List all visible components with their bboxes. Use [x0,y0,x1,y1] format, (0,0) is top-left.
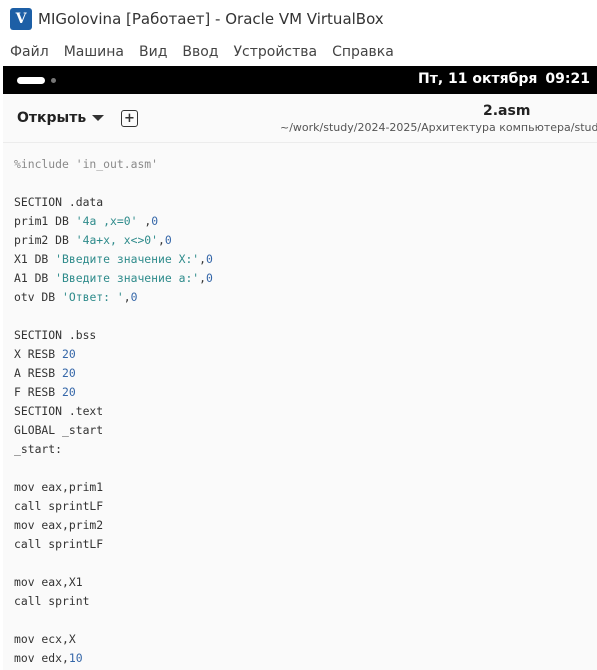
menu-file[interactable]: Файл [10,44,49,60]
code-line: otv DB 'Ответ: ',0 [14,290,138,304]
code-line: call sprint [14,594,90,608]
vm-menubar: Файл Машина Вид Ввод Устройства Справка [0,38,597,66]
workspace-pill-icon [17,77,45,84]
vm-window-titlebar: V MIGolovina [Работает] - Oracle VM Virt… [0,0,597,38]
code-line: A RESB 20 [14,366,76,380]
window-title: MIGolovina [Работает] - Oracle VM Virtua… [38,10,384,28]
activities-indicator[interactable] [17,77,56,84]
code-line: call sprintLF [14,499,104,513]
open-button[interactable]: Открыть [17,110,105,126]
code-line: prim2 DB '4a+x, x<>0',0 [14,233,172,247]
clock-date: Пт, 11 октября [418,71,538,87]
code-line: F RESB 20 [14,385,76,399]
code-line: SECTION .data [14,195,104,209]
workspace-dot-icon [51,78,56,83]
code-line: X1 DB 'Введите значение X:',0 [14,252,213,266]
open-button-label: Открыть [17,110,87,126]
editor-header: Открыть + 2.asm ~/work/study/2024-2025/А… [3,94,597,143]
menu-devices[interactable]: Устройства [234,44,318,60]
menu-machine[interactable]: Машина [64,44,124,60]
chevron-down-icon [92,115,105,121]
code-line: A1 DB 'Введите значение a:',0 [14,271,213,285]
document-path: ~/work/study/2024-2025/Архитектура компь… [280,121,597,134]
plus-icon: + [124,111,135,126]
code-line: _start: [14,442,63,456]
code-line: mov eax,prim1 [14,480,104,494]
menu-help[interactable]: Справка [332,44,394,60]
menu-input[interactable]: Ввод [182,44,218,60]
code-line: GLOBAL _start [14,423,104,437]
code-line: SECTION .bss [14,328,97,342]
virtualbox-logo-icon: V [10,8,32,30]
menu-view[interactable]: Вид [139,44,167,60]
code-line: mov edx,10 [14,651,83,665]
new-tab-button[interactable]: + [121,110,138,127]
code-editor[interactable]: %include 'in_out.asm' SECTION .data prim1 … [3,143,597,670]
clock-time: 09:21 [545,71,590,87]
code-line: prim1 DB '4a ,x=0' ,0 [14,214,159,228]
code-line: call sprintLF [14,537,104,551]
desktop-top-bar: Пт, 11 октября 09:21 [3,66,597,94]
code-line: mov eax,X1 [14,575,83,589]
clock[interactable]: Пт, 11 октября 09:21 [410,71,590,87]
code-line: X RESB 20 [14,347,76,361]
code-line: mov ecx,X [14,632,76,646]
code-line: %include 'in_out.asm' [14,157,159,171]
code-line: mov eax,prim2 [14,518,104,532]
document-title: 2.asm [483,103,531,119]
code-line: SECTION .text [14,404,104,418]
